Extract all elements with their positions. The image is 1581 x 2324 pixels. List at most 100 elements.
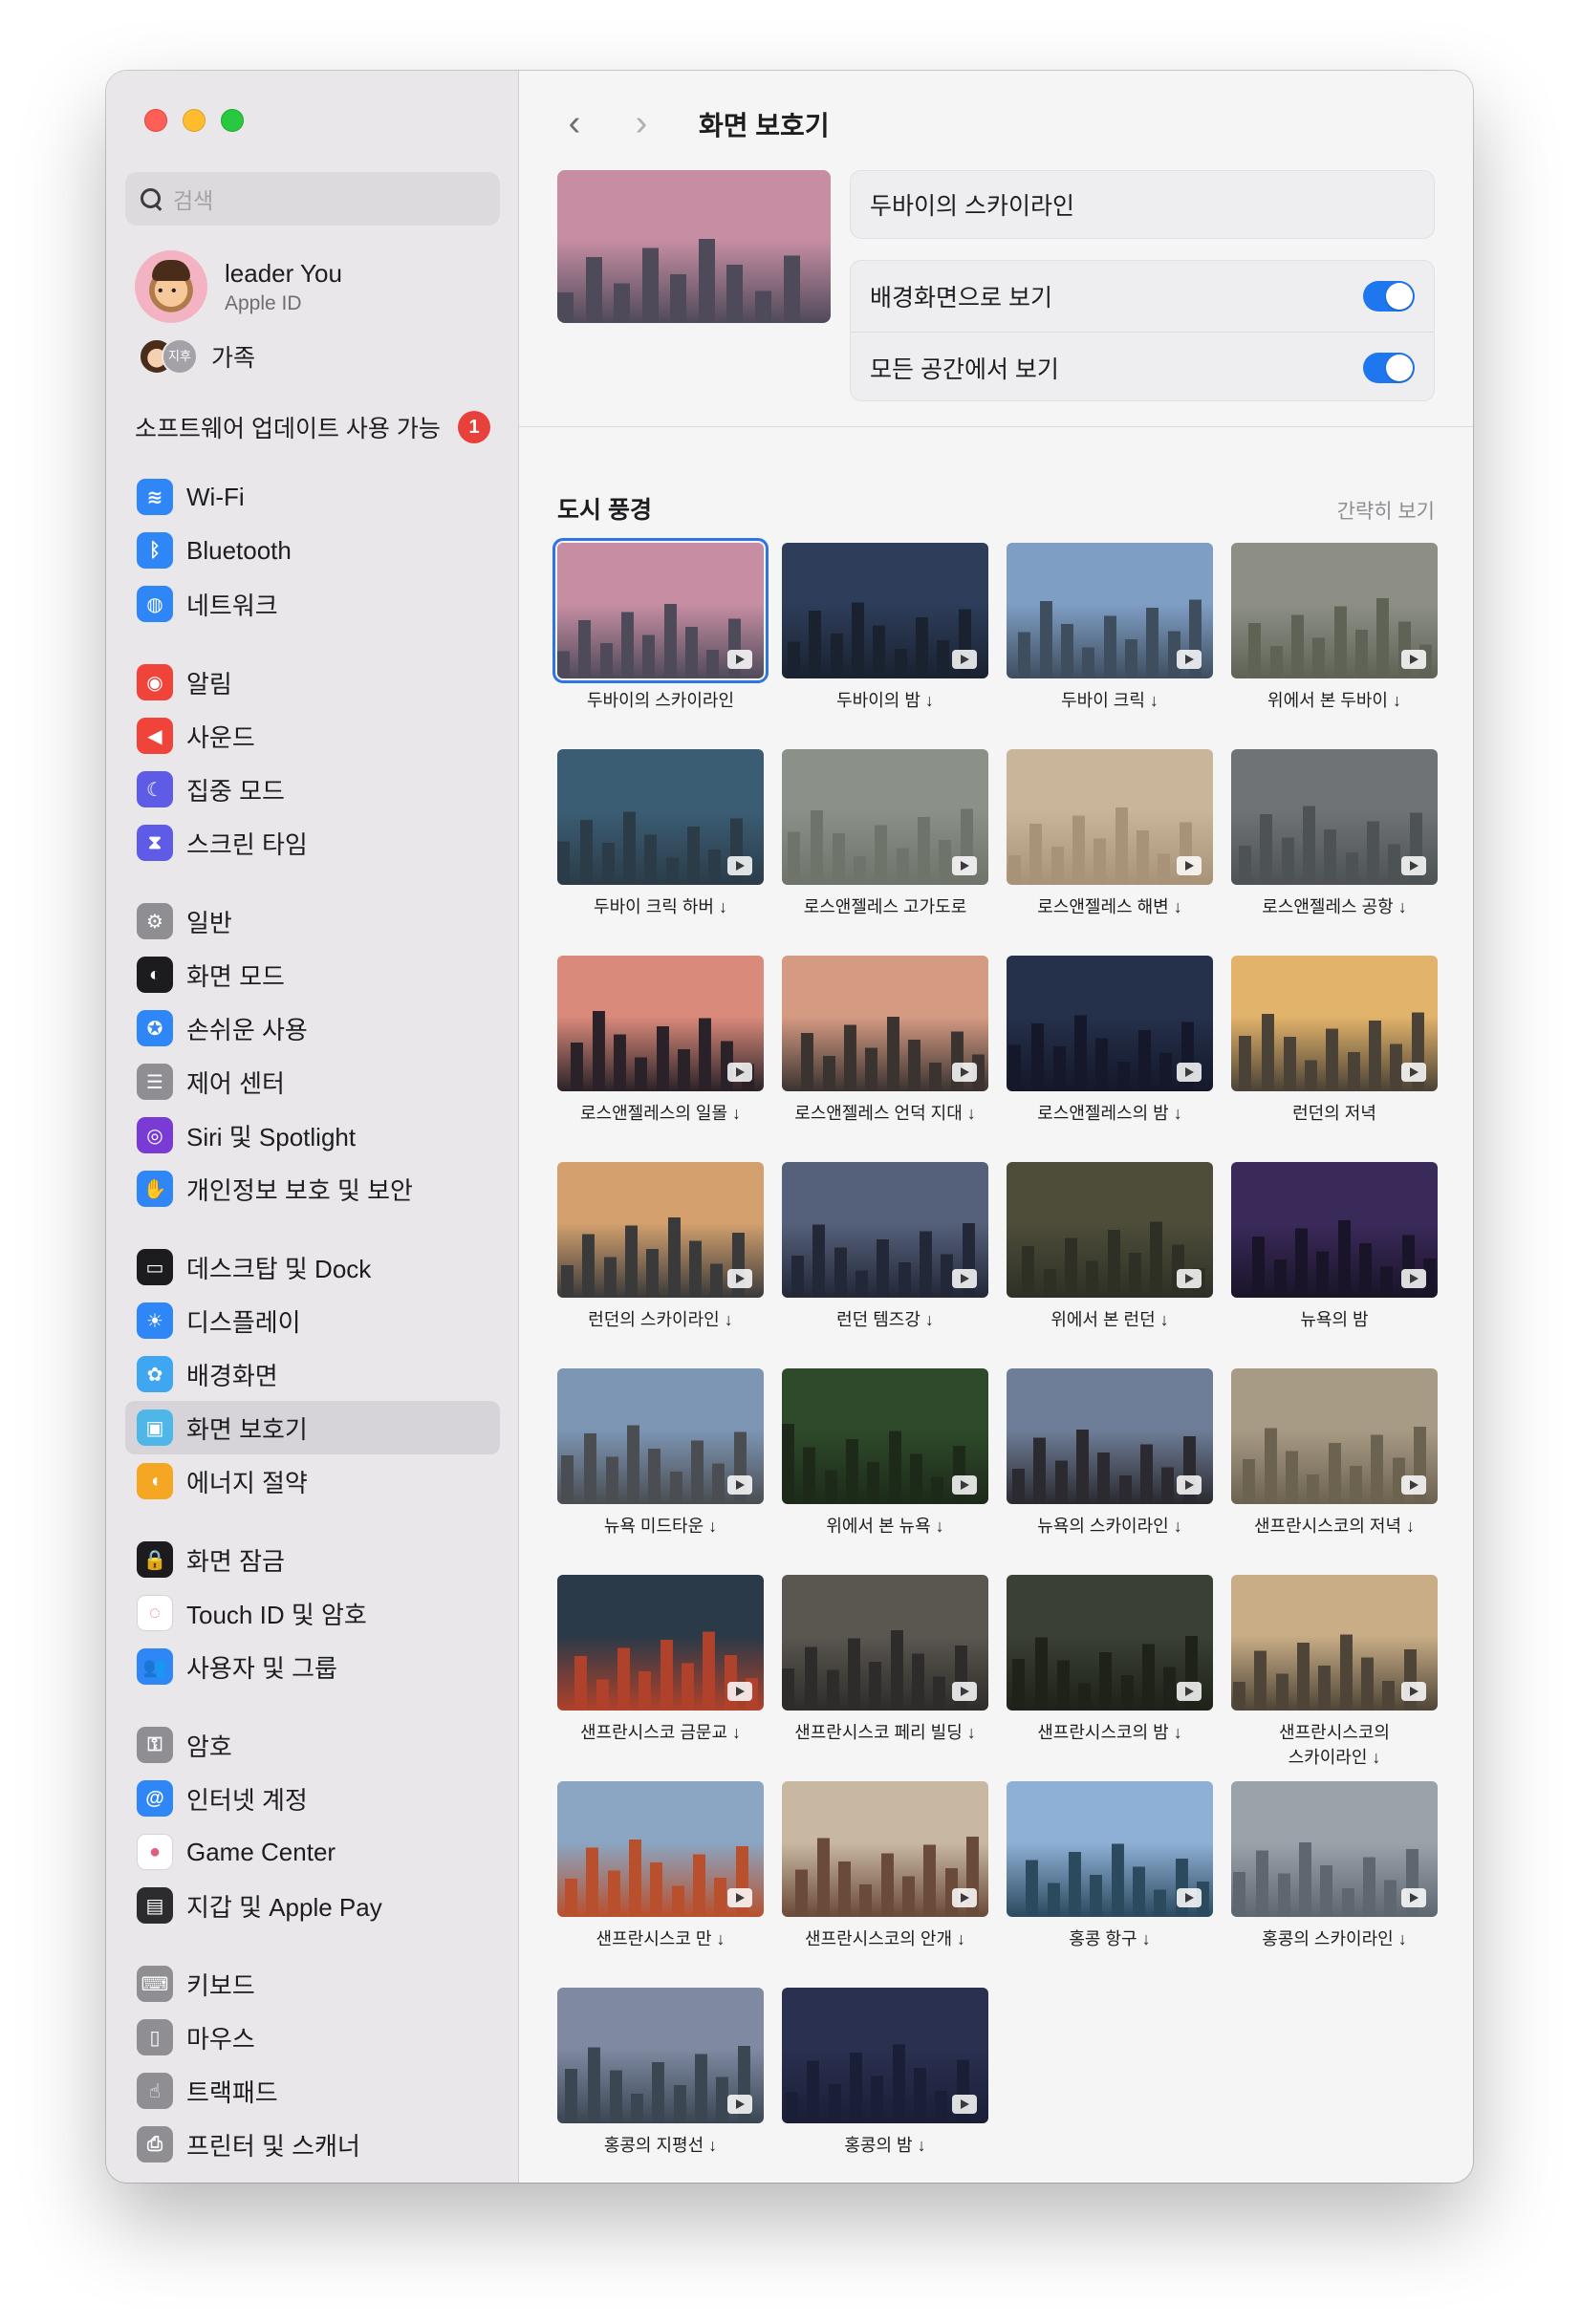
screensaver-thumbnail[interactable] [1231, 1575, 1438, 1711]
sidebar-item[interactable]: ✋ 개인정보 보호 및 보안 [125, 1162, 500, 1216]
sidebar-item[interactable]: ☾ 집중 모드 [125, 763, 500, 816]
sidebar-item[interactable]: ⚿ 암호 [125, 1718, 500, 1772]
screensaver-thumbnail[interactable] [1007, 749, 1213, 885]
show-less-link[interactable]: 간략히 보기 [1337, 496, 1435, 525]
apple-id-account[interactable]: leader You Apple ID [135, 250, 342, 323]
screensaver-thumbnail[interactable] [552, 538, 769, 683]
screensaver-thumbnail[interactable] [557, 1781, 764, 1917]
sidebar-item[interactable]: ≋ Wi-Fi [125, 470, 500, 524]
sidebar-item[interactable]: ◉ 알림 [125, 656, 500, 709]
sidebar-item[interactable]: ▯ 마우스 [125, 2011, 500, 2064]
screensaver-thumbnail[interactable] [1007, 1368, 1213, 1504]
family-item[interactable]: 지후 가족 [139, 338, 255, 375]
screensaver-tile[interactable]: 로스앤젤레스 해변 ↓ [1007, 749, 1213, 956]
sidebar-item[interactable]: ⌨ 키보드 [125, 1957, 500, 2011]
screensaver-tile[interactable]: 두바이 크릭 하버 ↓ [557, 749, 764, 956]
screensaver-tile[interactable]: 홍콩의 스카이라인 ↓ [1231, 1781, 1438, 1988]
screensaver-tile[interactable]: 로스앤젤레스의 밤 ↓ [1007, 956, 1213, 1162]
screensaver-tile[interactable]: 뉴욕 미드타운 ↓ [557, 1368, 764, 1575]
show-as-wallpaper-toggle[interactable] [1363, 281, 1415, 312]
sidebar-item[interactable]: 🔒 화면 잠금 [125, 1533, 500, 1586]
sidebar-item[interactable]: ◎ Siri 및 Spotlight [125, 1108, 500, 1162]
sidebar-item[interactable]: ▭ 데스크탑 및 Dock [125, 1240, 500, 1294]
screensaver-tile[interactable]: 샌프란시스코의 안개 ↓ [782, 1781, 988, 1988]
minimize-window-button[interactable] [183, 109, 206, 132]
sidebar-item[interactable]: ⎙ 프린터 및 스캐너 [125, 2118, 500, 2171]
search-field[interactable]: 검색 [125, 172, 500, 226]
screensaver-thumbnail[interactable] [1007, 1781, 1213, 1917]
screensaver-thumbnail[interactable] [782, 1781, 988, 1917]
screensaver-thumbnail[interactable] [1231, 749, 1438, 885]
screensaver-thumbnail[interactable] [1231, 1368, 1438, 1504]
screensaver-thumbnail[interactable] [1007, 1162, 1213, 1298]
screensaver-thumbnail[interactable] [782, 543, 988, 678]
sidebar-item[interactable]: ☰ 제어 센터 [125, 1055, 500, 1108]
sidebar-item[interactable]: ☝ 트랙패드 [125, 2064, 500, 2118]
screensaver-thumbnail[interactable] [1007, 1575, 1213, 1711]
screensaver-tile[interactable]: 위에서 본 두바이 ↓ [1231, 543, 1438, 749]
screensaver-tile[interactable]: 샌프란시스코 금문교 ↓ [557, 1575, 764, 1781]
screensaver-tile[interactable]: 로스앤젤레스 언덕 지대 ↓ [782, 956, 988, 1162]
back-button[interactable]: ‹ [557, 103, 592, 144]
sidebar-item[interactable]: ◐ 화면 모드 [125, 948, 500, 1001]
screensaver-tile[interactable]: 로스앤젤레스의 일몰 ↓ [557, 956, 764, 1162]
screensaver-thumbnail[interactable] [557, 749, 764, 885]
screensaver-thumbnail[interactable] [1007, 956, 1213, 1091]
screensaver-thumbnail[interactable] [1231, 543, 1438, 678]
screensaver-thumbnail[interactable] [1007, 543, 1213, 678]
sidebar-item[interactable]: ◀ 사운드 [125, 709, 500, 763]
sidebar-item[interactable]: 👥 사용자 및 그룹 [125, 1640, 500, 1693]
screensaver-thumbnail[interactable] [1231, 956, 1438, 1091]
screensaver-tile[interactable]: 홍콩의 밤 ↓ [782, 1988, 988, 2183]
screensaver-thumbnail[interactable] [782, 749, 988, 885]
show-on-all-spaces-toggle[interactable] [1363, 352, 1415, 383]
sidebar-item[interactable]: ◌ Touch ID 및 암호 [125, 1586, 500, 1640]
zoom-window-button[interactable] [221, 109, 244, 132]
screensaver-thumbnail[interactable] [1231, 1162, 1438, 1298]
sidebar-item[interactable]: ☀ 디스플레이 [125, 1294, 500, 1347]
screensaver-tile[interactable]: 런던의 저녁 [1231, 956, 1438, 1162]
screensaver-thumbnail[interactable] [557, 1162, 764, 1298]
screensaver-tile[interactable]: 홍콩 항구 ↓ [1007, 1781, 1213, 1988]
screensaver-thumbnail[interactable] [782, 1575, 988, 1711]
screensaver-tile[interactable]: 샌프란시스코 만 ↓ [557, 1781, 764, 1988]
screensaver-tile[interactable]: 뉴욕의 스카이라인 ↓ [1007, 1368, 1213, 1575]
screensaver-tile[interactable]: 위에서 본 뉴욕 ↓ [782, 1368, 988, 1575]
screensaver-thumbnail[interactable] [557, 1988, 764, 2123]
screensaver-tile[interactable]: 샌프란시스코의 스카이라인 ↓ [1231, 1575, 1438, 1781]
sidebar-item[interactable]: ✿ 배경화면 [125, 1347, 500, 1401]
screensaver-tile[interactable]: 두바이의 스카이라인 [552, 538, 769, 749]
sidebar-item[interactable]: @ 인터넷 계정 [125, 1772, 500, 1825]
sidebar-item[interactable]: ▣ 화면 보호기 [125, 1401, 500, 1454]
screensaver-tile[interactable]: 샌프란시스코의 밤 ↓ [1007, 1575, 1213, 1781]
screensaver-thumbnail[interactable] [557, 1575, 764, 1711]
screensaver-tile[interactable]: 두바이 크릭 ↓ [1007, 543, 1213, 749]
screensaver-tile[interactable]: 위에서 본 런던 ↓ [1007, 1162, 1213, 1368]
screensaver-tile[interactable]: 로스앤젤레스 공항 ↓ [1231, 749, 1438, 956]
screensaver-thumbnail[interactable] [782, 956, 988, 1091]
sidebar-item[interactable]: ▤ 지갑 및 Apple Pay [125, 1879, 500, 1932]
close-window-button[interactable] [144, 109, 167, 132]
sidebar-item[interactable]: ⚙ 일반 [125, 894, 500, 948]
forward-button[interactable]: › [624, 103, 659, 144]
sidebar-item[interactable]: ✪ 손쉬운 사용 [125, 1001, 500, 1055]
screensaver-tile[interactable]: 런던의 스카이라인 ↓ [557, 1162, 764, 1368]
screensaver-tile[interactable]: 홍콩의 지평선 ↓ [557, 1988, 764, 2183]
sidebar-item[interactable]: ◖ 에너지 절약 [125, 1454, 500, 1508]
screensaver-tile[interactable]: 런던 템즈강 ↓ [782, 1162, 988, 1368]
screensaver-thumbnail[interactable] [782, 1162, 988, 1298]
screensaver-tile[interactable]: 로스앤젤레스 고가도로 [782, 749, 988, 956]
screensaver-thumbnail[interactable] [557, 1368, 764, 1504]
screensaver-tile[interactable]: 두바이의 밤 ↓ [782, 543, 988, 749]
sidebar-item[interactable]: ◍ 네트워크 [125, 577, 500, 631]
screensaver-thumbnail[interactable] [1231, 1781, 1438, 1917]
screensaver-thumbnail[interactable] [782, 1988, 988, 2123]
screensaver-thumbnail[interactable] [782, 1368, 988, 1504]
screensaver-thumbnail[interactable] [557, 956, 764, 1091]
software-update-item[interactable]: 소프트웨어 업데이트 사용 가능 1 [135, 410, 490, 444]
sidebar-item[interactable]: ⧗ 스크린 타임 [125, 816, 500, 870]
sidebar-item[interactable]: ᛒ Bluetooth [125, 524, 500, 577]
screensaver-tile[interactable]: 샌프란시스코의 저녁 ↓ [1231, 1368, 1438, 1575]
sidebar-item[interactable]: ● Game Center [125, 1825, 500, 1879]
screensaver-tile[interactable]: 샌프란시스코 페리 빌딩 ↓ [782, 1575, 988, 1781]
